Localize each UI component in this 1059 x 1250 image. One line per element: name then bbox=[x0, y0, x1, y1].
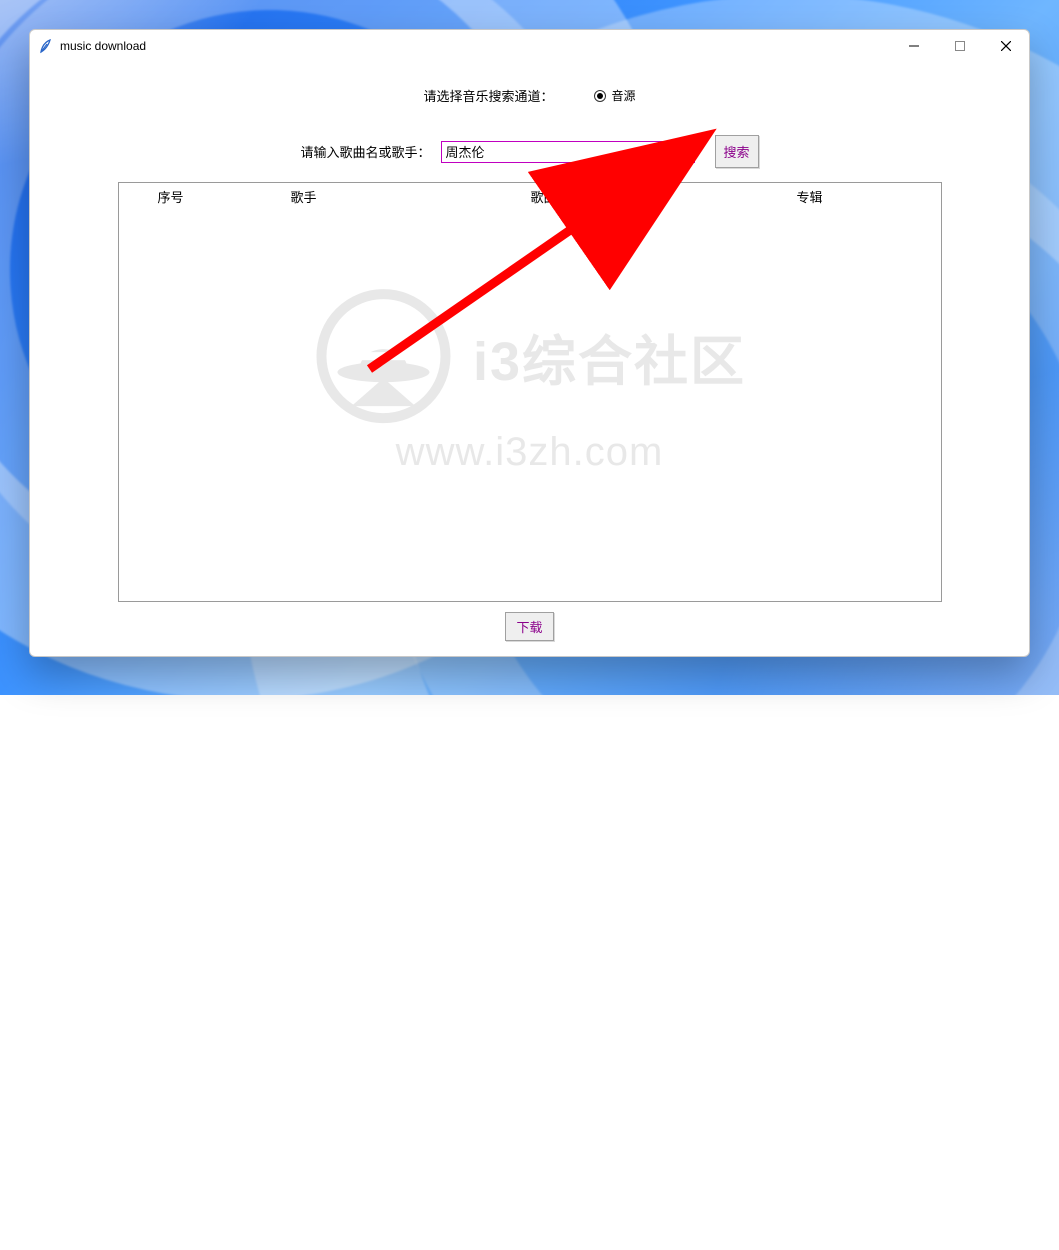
watermark-text-cn: i3综合社区 bbox=[473, 317, 746, 396]
watermark: i3综合社区 www.i3zh.com bbox=[313, 286, 746, 475]
app-window: music download 请选择音乐搜索通道： 音源 请输入歌曲名或歌手： bbox=[29, 29, 1030, 657]
column-album: 专辑 bbox=[679, 187, 941, 206]
maximize-button[interactable] bbox=[937, 30, 983, 62]
window-content: 请选择音乐搜索通道： 音源 请输入歌曲名或歌手： 搜索 序号 歌手 歌曲 专辑 bbox=[30, 62, 1029, 661]
window-title: music download bbox=[60, 39, 146, 53]
minimize-button[interactable] bbox=[891, 30, 937, 62]
channel-label: 请选择音乐搜索通道： bbox=[423, 86, 553, 105]
column-song: 歌曲 bbox=[409, 187, 679, 206]
watermark-text-en: www.i3zh.com bbox=[396, 430, 664, 475]
app-feather-icon bbox=[38, 38, 54, 54]
watermark-hat-icon bbox=[313, 286, 453, 426]
column-index: 序号 bbox=[119, 187, 199, 206]
search-label: 请输入歌曲名或歌手： bbox=[300, 142, 430, 161]
channel-radio-source[interactable]: 音源 bbox=[594, 87, 636, 104]
search-input[interactable] bbox=[441, 141, 695, 163]
column-singer: 歌手 bbox=[199, 187, 409, 206]
radio-icon bbox=[594, 90, 606, 102]
download-button[interactable]: 下载 bbox=[505, 612, 553, 641]
channel-radio-label: 音源 bbox=[612, 87, 636, 104]
close-button[interactable] bbox=[983, 30, 1029, 62]
search-button[interactable]: 搜索 bbox=[715, 135, 759, 168]
title-bar: music download bbox=[30, 30, 1029, 62]
results-listbox[interactable]: 序号 歌手 歌曲 专辑 bbox=[118, 182, 942, 602]
results-header: 序号 歌手 歌曲 专辑 bbox=[119, 183, 941, 206]
